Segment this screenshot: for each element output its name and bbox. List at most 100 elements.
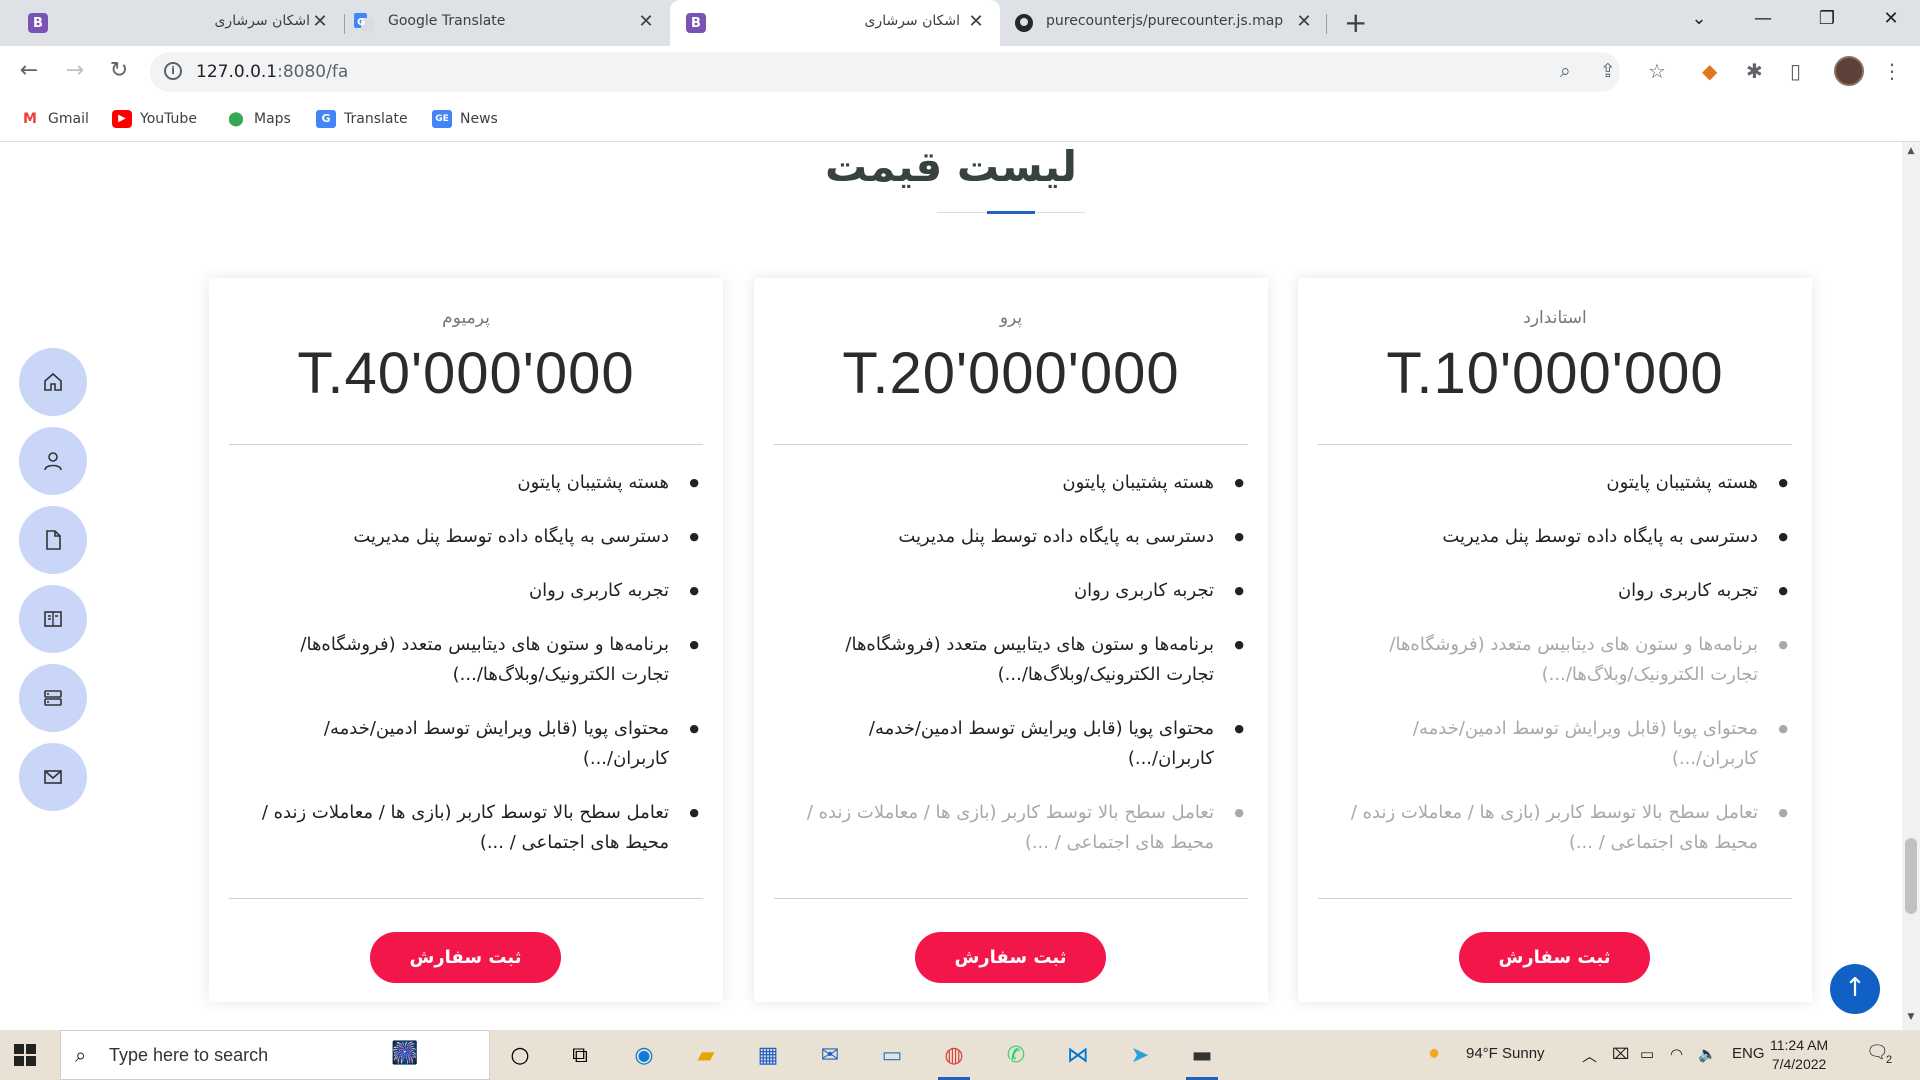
bookmark-label: News <box>460 111 498 127</box>
nav-services-button[interactable] <box>19 664 87 732</box>
extensions-icon[interactable]: ✱ <box>1746 59 1763 83</box>
bootstrap-icon: B <box>686 13 706 33</box>
bookmark-maps[interactable]: ⬤ Maps <box>226 110 291 128</box>
show-hidden-icons[interactable]: ︿ <box>1582 1045 1597 1066</box>
bookmark-label: YouTube <box>140 111 197 127</box>
order-button[interactable]: ثبت سفارش <box>1459 932 1650 983</box>
vscode-icon[interactable]: ⋈ <box>1058 1038 1098 1072</box>
windows-start-icon[interactable] <box>14 1044 36 1070</box>
bookmark-label: Maps <box>254 111 291 127</box>
browser-tab[interactable]: B اشکان سرشاری ✕ <box>10 0 340 46</box>
volume-icon[interactable]: 🔈 <box>1698 1045 1717 1063</box>
tab-title: purecounterjs/purecounter.js.map a <box>1046 13 1286 29</box>
web-page: لیست قیمت پرمیوم T.40'000'000 هسته پشتیب… <box>0 142 1902 1030</box>
address-bar[interactable]: i 127.0.0.1:8080/fa ⌕ ⇪ <box>150 52 1620 92</box>
clock-time: 11:24 AM <box>1770 1037 1829 1053</box>
new-tab-button[interactable]: + <box>1344 8 1367 38</box>
forward-icon[interactable]: → <box>60 58 90 83</box>
feature-item-unavailable: تعامل سطح بالا توسط کاربر (بازی ها / معا… <box>1348 798 1788 858</box>
close-tab-icon[interactable]: ✕ <box>966 11 986 32</box>
plan-price: T.20'000'000 <box>842 341 1180 406</box>
url-host: 127.0.0.1 <box>196 62 278 82</box>
order-button[interactable]: ثبت سفارش <box>915 932 1106 983</box>
nav-contact-button[interactable] <box>19 743 87 811</box>
feature-item: برنامه‌ها و ستون های دیتابیس متعدد (فروش… <box>804 630 1244 690</box>
url-path: :8080/fa <box>277 62 349 82</box>
clock[interactable]: 11:24 AM 7/4/2022 <box>1770 1036 1828 1074</box>
file-explorer-icon[interactable]: ▰ <box>686 1038 726 1072</box>
share-icon[interactable]: ⇪ <box>1600 60 1616 82</box>
chrome-icon[interactable]: ◍ <box>934 1038 974 1080</box>
plan-name: پرمیوم <box>442 308 490 328</box>
back-icon[interactable]: ← <box>14 58 44 83</box>
tab-search-icon[interactable]: ⌄ <box>1684 8 1714 29</box>
card-divider <box>229 898 703 899</box>
feature-item: تجربه کاربری روان <box>1348 576 1788 606</box>
task-view-icon[interactable]: ⧉ <box>560 1038 600 1072</box>
url-text[interactable]: 127.0.0.1:8080/fa <box>196 62 348 82</box>
bookmarks-bar: M Gmail ▶ YouTube ⬤ Maps G Translate GE … <box>0 98 1920 142</box>
meet-now-icon[interactable]: ⌧ <box>1612 1045 1629 1063</box>
fireworks-flag-icon: 🎆 <box>391 1041 419 1066</box>
browser-tab[interactable]: G Google Translate ✕ <box>346 0 664 46</box>
order-button[interactable]: ثبت سفارش <box>370 932 561 983</box>
tab-title: اشکان سرشاری <box>214 13 310 29</box>
scroll-up-arrow-icon[interactable]: ▲ <box>1902 146 1920 156</box>
reload-icon[interactable]: ↻ <box>104 58 134 83</box>
card-divider <box>774 898 1248 899</box>
whatsapp-icon[interactable]: ✆ <box>996 1038 1036 1072</box>
bookmark-translate[interactable]: G Translate <box>316 110 408 128</box>
wifi-icon[interactable]: ◠ <box>1670 1045 1683 1063</box>
input-language[interactable]: ENG <box>1732 1045 1765 1062</box>
store-icon[interactable]: ▦ <box>748 1038 788 1072</box>
feature-item: دسترسی به پایگاه داده توسط پنل مدیریت <box>1348 522 1788 552</box>
telegram-icon[interactable]: ➤ <box>1120 1038 1160 1072</box>
feature-list: هسته پشتیبان پایتون دسترسی به پایگاه داد… <box>259 468 699 882</box>
bookmark-gmail[interactable]: M Gmail <box>20 110 89 128</box>
nav-portfolio-button[interactable] <box>19 585 87 653</box>
browser-toolbar: ← → ↻ i 127.0.0.1:8080/fa ⌕ ⇪ ☆ ◆ ✱ ▯ ⋮ <box>0 46 1920 98</box>
site-info-icon[interactable]: i <box>164 62 182 80</box>
browser-tab[interactable]: purecounterjs/purecounter.js.map a ✕ <box>1004 0 1330 46</box>
nav-resume-button[interactable] <box>19 506 87 574</box>
maximize-icon[interactable]: ❐ <box>1812 8 1842 29</box>
title-divider-accent <box>987 211 1035 214</box>
nav-home-button[interactable] <box>19 348 87 416</box>
cortana-icon[interactable]: ○ <box>500 1038 540 1072</box>
metamask-icon[interactable]: ◆ <box>1702 59 1717 83</box>
bookmark-youtube[interactable]: ▶ YouTube <box>112 110 197 128</box>
profile-avatar[interactable] <box>1834 56 1864 86</box>
battery-icon[interactable]: ▭ <box>1640 1045 1654 1063</box>
menu-icon[interactable]: ⋮ <box>1882 59 1902 83</box>
gmail-icon: M <box>23 111 37 127</box>
mail-icon[interactable]: ✉ <box>810 1038 850 1072</box>
plan-name: پرو <box>999 308 1023 328</box>
terminal-icon[interactable]: ▬ <box>1182 1038 1222 1080</box>
edge-icon[interactable]: ◉ <box>624 1038 664 1072</box>
google-translate-icon: G <box>354 13 374 33</box>
scrollbar-thumb[interactable] <box>1905 838 1917 914</box>
close-window-icon[interactable]: ✕ <box>1876 8 1906 29</box>
card-divider <box>1318 444 1792 445</box>
close-tab-icon[interactable]: ✕ <box>636 11 656 32</box>
weather-text[interactable]: 94°F Sunny <box>1466 1045 1545 1062</box>
tab-title: Google Translate <box>388 13 506 29</box>
close-tab-icon[interactable]: ✕ <box>310 11 330 32</box>
back-to-top-button[interactable]: ↑ <box>1830 964 1880 1014</box>
feature-item: تجربه کاربری روان <box>804 576 1244 606</box>
minimize-icon[interactable]: — <box>1748 8 1778 29</box>
svg-text:G: G <box>357 17 365 28</box>
close-tab-icon[interactable]: ✕ <box>1294 11 1314 32</box>
pricing-card-standard: استاندارد T.10'000'000 هسته پشتیبان پایت… <box>1298 278 1812 1002</box>
translate-icon: G <box>316 110 336 128</box>
browser-tab-active[interactable]: B اشکان سرشاری ✕ <box>670 0 1000 46</box>
zoom-icon[interactable]: ⌕ <box>1560 60 1571 82</box>
side-panel-icon[interactable]: ▯ <box>1790 59 1801 83</box>
scroll-down-arrow-icon[interactable]: ▼ <box>1902 1012 1920 1022</box>
remote-desktop-icon[interactable]: ▭ <box>872 1038 912 1072</box>
nav-about-button[interactable] <box>19 427 87 495</box>
bookmark-star-icon[interactable]: ☆ <box>1648 59 1666 83</box>
bookmark-news[interactable]: GE News <box>432 110 498 128</box>
taskbar-search[interactable]: ⌕ Type here to search 🎆 <box>60 1030 490 1080</box>
page-scrollbar[interactable]: ▲ ▼ <box>1902 142 1920 1030</box>
